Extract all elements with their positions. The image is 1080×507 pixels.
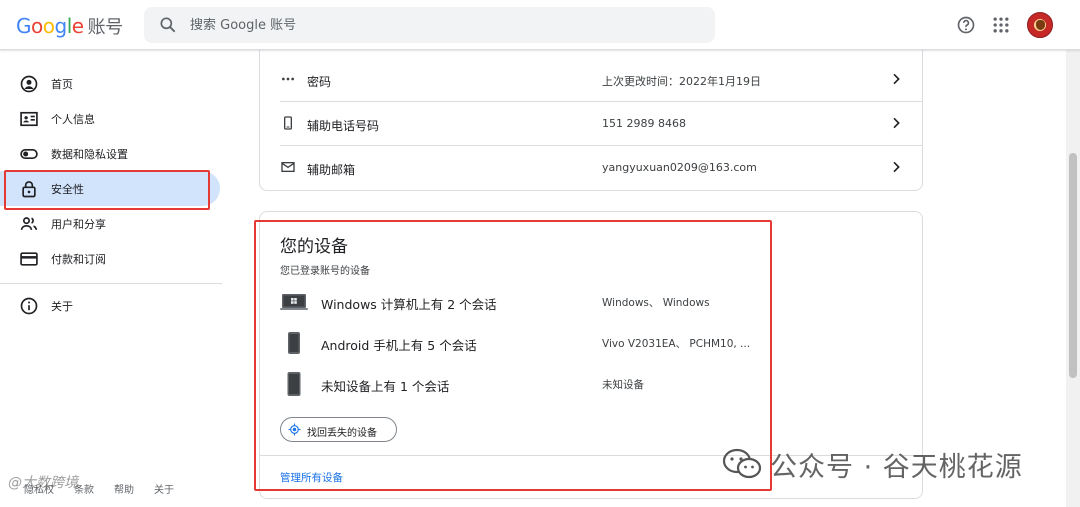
apps-grid-icon[interactable] [991, 15, 1011, 35]
sidebar-item-label: 用户和分享 [51, 218, 106, 231]
search-box[interactable] [144, 7, 715, 43]
chevron-right-icon [893, 161, 900, 173]
search-icon [160, 17, 176, 33]
home-circle-icon [20, 75, 38, 93]
scrollbar[interactable] [1066, 50, 1080, 507]
sidebar-divider [0, 283, 222, 284]
footer-link-help[interactable]: 帮助 [114, 481, 134, 496]
sidebar-item-personal-info[interactable]: 个人信息 [0, 101, 220, 136]
sidebar-item-label: 首页 [51, 78, 73, 91]
credit-card-icon [20, 252, 38, 266]
avatar[interactable] [1027, 12, 1053, 38]
row-title: 辅助邮箱 [307, 163, 356, 177]
sidebar-item-payments[interactable]: 付款和订阅 [0, 241, 220, 276]
sidebar: 首页 个人信息 数据和隐私设置 安全性 用户和分享 付款和订阅 关于 隐私权 条… [0, 50, 230, 507]
chevron-right-icon [893, 73, 900, 85]
row-recovery-phone[interactable]: 辅助电话号码 151 2989 8468 [280, 102, 923, 146]
sidebar-item-home[interactable]: 首页 [0, 66, 220, 101]
row-recovery-email[interactable]: 辅助邮箱 yangyuxuan0209@163.com [280, 146, 923, 190]
row-value: 151 2989 8468 [602, 117, 686, 130]
row-value: 上次更改时间：2022年1月19日 [602, 75, 761, 88]
row-title: 密码 [307, 75, 332, 89]
sidebar-item-label: 数据和隐私设置 [51, 148, 128, 161]
sidebar-item-label: 关于 [51, 300, 73, 313]
chevron-right-icon [893, 117, 900, 129]
wechat-watermark: 公众号 · 谷天桃花源 [722, 444, 1023, 484]
mail-icon [281, 162, 295, 172]
highlight-box-security [4, 170, 210, 210]
row-value: yangyuxuan0209@163.com [602, 161, 757, 174]
row-title: 辅助电话号码 [307, 119, 380, 133]
sidebar-item-about[interactable]: 关于 [0, 288, 220, 323]
sidebar-item-data-privacy[interactable]: 数据和隐私设置 [0, 136, 220, 171]
highlight-box-devices [254, 220, 772, 491]
id-card-icon [20, 111, 38, 127]
info-icon [20, 297, 38, 315]
toggle-icon [20, 149, 38, 159]
signin-card: 密码 上次更改时间：2022年1月19日 辅助电话号码 151 2989 846… [259, 50, 923, 191]
search-input[interactable] [190, 15, 690, 35]
watermark-secondary: @大数跨境 [8, 475, 78, 491]
google-account-logo[interactable]: Google 账号 [16, 13, 123, 39]
sidebar-item-label: 付款和订阅 [51, 253, 106, 266]
sidebar-item-people-sharing[interactable]: 用户和分享 [0, 206, 220, 241]
password-dots-icon [282, 77, 294, 81]
phone-icon [284, 116, 292, 130]
watermark-text: 公众号 · 谷天桃花源 [770, 451, 1023, 483]
row-password[interactable]: 密码 上次更改时间：2022年1月19日 [280, 58, 923, 102]
help-icon[interactable] [956, 15, 976, 35]
product-name: 账号 [87, 17, 124, 38]
sidebar-item-label: 个人信息 [51, 113, 95, 126]
top-bar: Google 账号 [0, 0, 1080, 50]
footer-link-about[interactable]: 关于 [154, 481, 174, 496]
wechat-icon [722, 448, 762, 479]
scrollbar-thumb[interactable] [1069, 153, 1077, 378]
people-icon [20, 217, 38, 231]
